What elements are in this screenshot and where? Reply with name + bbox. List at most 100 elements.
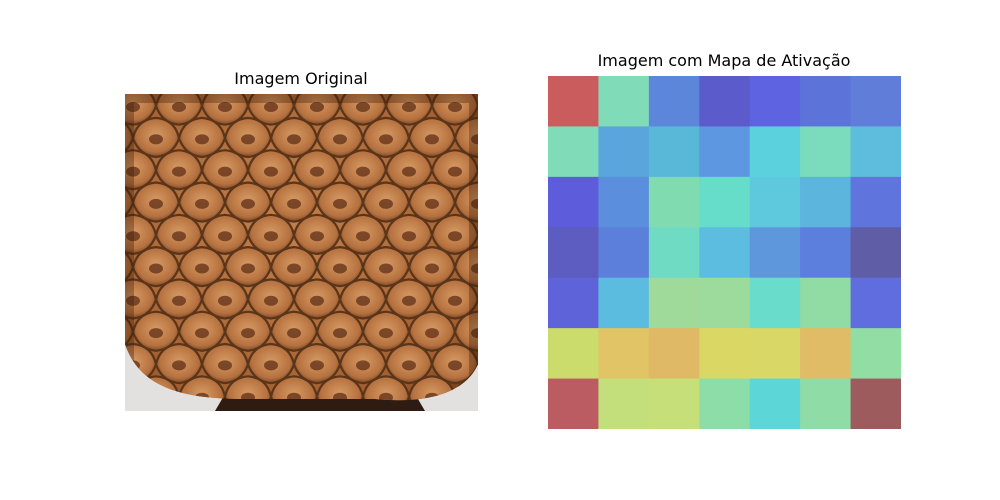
- scale-umbo: [287, 263, 301, 274]
- scale-umbo: [310, 166, 324, 177]
- scale-umbo: [241, 263, 255, 274]
- scale-umbo: [425, 134, 439, 145]
- scale-umbo: [448, 360, 462, 371]
- scale-umbo: [287, 328, 301, 339]
- scale-umbo: [356, 360, 370, 371]
- heatmap-cell-r5-c1: [598, 328, 650, 380]
- scale-umbo: [264, 360, 278, 371]
- scale-umbo: [402, 231, 416, 242]
- heatmap-cell-r2-c6: [850, 176, 901, 228]
- heatmap-cell-r1-c3: [699, 126, 751, 178]
- heatmap-cell-r6-c5: [800, 378, 852, 429]
- heatmap-cell-r3-c0: [548, 227, 600, 279]
- heatmap-cell-r4-c3: [699, 277, 751, 329]
- heatmap-cell-r0-c4: [749, 76, 801, 128]
- scale-umbo: [264, 295, 278, 306]
- heatmap-cell-r0-c3: [699, 76, 751, 128]
- heatmap-cell-r0-c0: [548, 76, 600, 128]
- heatmap-cell-r5-c3: [699, 328, 751, 380]
- figure: Imagem Original Imagem com Mapa de Ativa…: [0, 0, 1000, 500]
- heatmap-cell-r1-c4: [749, 126, 801, 178]
- pine-cone-photo: [125, 94, 478, 411]
- heatmap-cell-r1-c6: [850, 126, 901, 178]
- heatmap-cell-r2-c2: [648, 176, 700, 228]
- heatmap-cell-r5-c6: [850, 328, 901, 380]
- cone-body: [125, 94, 478, 401]
- scale-umbo: [356, 102, 370, 112]
- scale-umbo: [149, 134, 163, 145]
- scale-umbo: [379, 328, 393, 339]
- heatmap-cell-r4-c1: [598, 277, 650, 329]
- scale-umbo: [333, 198, 347, 209]
- scale-umbo: [287, 134, 301, 145]
- heatmap-cell-r6-c0: [548, 378, 600, 429]
- scale-umbo: [448, 231, 462, 242]
- scale-umbo: [264, 102, 278, 112]
- heatmap-cell-r1-c2: [648, 126, 700, 178]
- heatmap-cell-r2-c3: [699, 176, 751, 228]
- scale-umbo: [149, 263, 163, 274]
- scale-umbo: [425, 263, 439, 274]
- heatmap-cell-r2-c1: [598, 176, 650, 228]
- scale-umbo: [149, 328, 163, 339]
- heatmap-cell-r4-c4: [749, 277, 801, 329]
- heatmap-cell-r4-c0: [548, 277, 600, 329]
- scale-umbo: [264, 231, 278, 242]
- scale-umbo: [172, 295, 186, 306]
- scale-umbo: [241, 134, 255, 145]
- scale-umbo: [310, 231, 324, 242]
- scale-umbo: [333, 134, 347, 145]
- heatmap-cell-r6-c3: [699, 378, 751, 429]
- scale-umbo: [333, 263, 347, 274]
- scale-umbo: [402, 295, 416, 306]
- scale-umbo: [425, 328, 439, 339]
- heatmap-cell-r1-c1: [598, 126, 650, 178]
- scale-umbo: [425, 198, 439, 209]
- heatmap-cell-r2-c5: [800, 176, 852, 228]
- heatmap-cell-r0-c6: [850, 76, 901, 128]
- scale-umbo: [218, 102, 232, 112]
- heatmap-cell-r3-c1: [598, 227, 650, 279]
- scale-umbo: [356, 295, 370, 306]
- heatmap-cell-r4-c6: [850, 277, 901, 329]
- heatmap-cell-r3-c5: [800, 227, 852, 279]
- scale-umbo: [356, 166, 370, 177]
- heatmap-cell-r0-c2: [648, 76, 700, 128]
- heatmap-cell-r6-c1: [598, 378, 650, 429]
- heatmap-cell-r5-c5: [800, 328, 852, 380]
- scale-umbo: [172, 166, 186, 177]
- heatmap-cell-r4-c5: [800, 277, 852, 329]
- activation-heatmap: [548, 76, 901, 429]
- heatmap-cell-r1-c0: [548, 126, 600, 178]
- scale-umbo: [195, 328, 209, 339]
- scale-umbo: [402, 102, 416, 112]
- scale-umbo: [172, 102, 186, 112]
- scale-umbo: [241, 328, 255, 339]
- heatmap-cell-r2-c4: [749, 176, 801, 228]
- heatmap-cell-r5-c4: [749, 328, 801, 380]
- heatmap-cell-r6-c2: [648, 378, 700, 429]
- scale-umbo: [218, 166, 232, 177]
- scale-umbo: [310, 360, 324, 371]
- scale-umbo: [310, 102, 324, 112]
- heatmap-cell-r3-c3: [699, 227, 751, 279]
- scale-umbo: [448, 295, 462, 306]
- scale-umbo: [379, 263, 393, 274]
- scale-umbo: [379, 198, 393, 209]
- scale-umbo: [195, 198, 209, 209]
- original-image: [125, 94, 478, 411]
- heatmap-cell-r5-c0: [548, 328, 600, 380]
- original-image-title: Imagem Original: [234, 69, 368, 88]
- scale-umbo: [264, 166, 278, 177]
- scale-umbo: [356, 231, 370, 242]
- scale-umbo: [172, 360, 186, 371]
- scale-umbo: [195, 134, 209, 145]
- scale-umbo: [402, 360, 416, 371]
- scale-umbo: [218, 360, 232, 371]
- scale-umbo: [333, 328, 347, 339]
- heatmap-cell-r3-c2: [648, 227, 700, 279]
- heatmap-cell-r2-c0: [548, 176, 600, 228]
- heatmap-cell-r4-c2: [648, 277, 700, 329]
- heatmap-cell-r6-c6: [850, 378, 901, 429]
- scale-umbo: [172, 231, 186, 242]
